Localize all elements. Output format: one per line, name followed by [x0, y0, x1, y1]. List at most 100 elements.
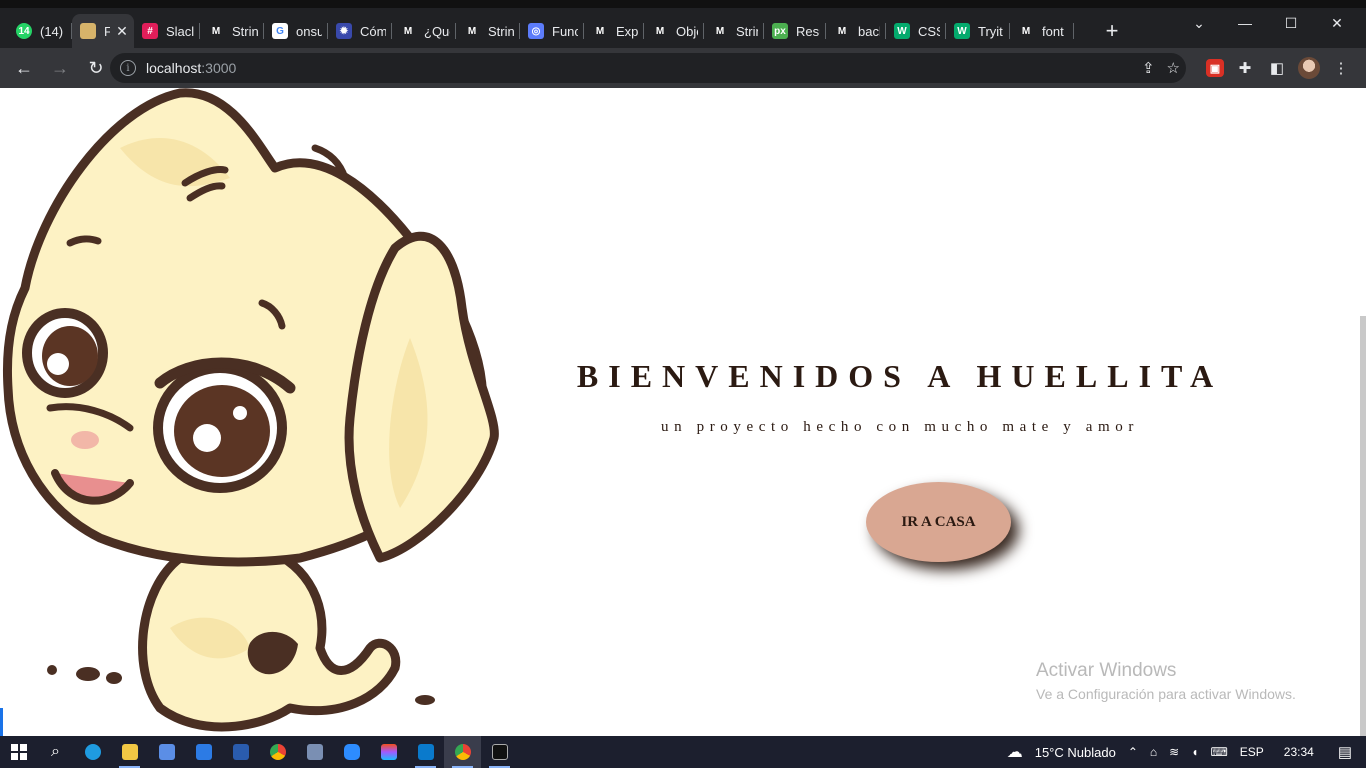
chrome-icon[interactable]	[259, 736, 296, 768]
watermark-subtitle: Ve a Configuración para activar Windows.	[1036, 686, 1296, 702]
new-tab-button[interactable]: +	[1096, 14, 1128, 48]
menu-kebab-icon[interactable]: ⋮	[1330, 57, 1352, 79]
reload-icon[interactable]: ↻	[80, 52, 112, 84]
tab-label: ¿Qué	[424, 23, 450, 39]
slack-icon: #	[142, 23, 158, 39]
mdn-icon: M	[712, 23, 728, 39]
mdn-icon: M	[652, 23, 668, 39]
browser-tab[interactable]: M Strin	[456, 14, 520, 48]
browser-tab[interactable]: ✹ Cóm	[328, 14, 392, 48]
go-home-button[interactable]: IR A CASA	[866, 482, 1011, 562]
keyboard-icon[interactable]: ⌨	[1210, 745, 1227, 759]
whatsapp-icon: 14	[16, 23, 32, 39]
share-icon[interactable]: ⇪	[1142, 59, 1155, 77]
tab-label: onsu	[296, 23, 322, 39]
tab-label: Cóm	[360, 23, 386, 39]
tab-label: Strin	[232, 23, 258, 39]
volume-muted-icon[interactable]: ◖	[1191, 745, 1198, 759]
profile-avatar[interactable]	[1298, 57, 1320, 79]
browser-tab[interactable]: W Tryit	[946, 14, 1010, 48]
powershell-icon[interactable]	[222, 736, 259, 768]
maximize-button[interactable]: ☐	[1268, 8, 1314, 38]
weather-text[interactable]: 15°C Nublado	[1035, 745, 1116, 760]
browser-tab[interactable]: M Strin	[704, 14, 764, 48]
tab-search-icon[interactable]: ⌄	[1176, 8, 1222, 38]
search-icon[interactable]: ⌕	[37, 736, 74, 768]
google-icon: G	[272, 23, 288, 39]
bookmark-star-icon[interactable]: ☆	[1167, 59, 1180, 77]
w3schools-icon: W	[894, 23, 910, 39]
figma-icon[interactable]	[370, 736, 407, 768]
tab-label: F	[104, 23, 110, 39]
tab-label: Strin	[488, 23, 514, 39]
url-text: localhost:3000	[146, 60, 236, 76]
edge-icon[interactable]	[74, 736, 111, 768]
mdn-icon: M	[592, 23, 608, 39]
tab-label: Tryit	[978, 23, 1003, 39]
browser-tab[interactable]: px Resu	[764, 14, 826, 48]
tab-label: CSS	[918, 23, 940, 39]
watermark-title: Activar Windows	[1036, 660, 1177, 681]
weather-cloud-icon[interactable]: ☁	[1007, 742, 1023, 762]
tray-expand-icon[interactable]: ⌃	[1128, 745, 1138, 759]
tab-label: Obje	[676, 23, 698, 39]
zoom-icon[interactable]	[333, 736, 370, 768]
puppy-illustration	[2, 88, 499, 732]
site-info-icon[interactable]: i	[120, 60, 136, 76]
vscode-icon[interactable]	[407, 736, 444, 768]
tab-label: font	[1042, 23, 1064, 39]
extensions-puzzle-icon[interactable]: ✚	[1234, 57, 1256, 79]
tab-label: Expr	[616, 23, 638, 39]
browser-tab[interactable]: Gonsu	[264, 14, 328, 48]
address-bar[interactable]: i localhost:3000 ⇪ ☆	[110, 53, 1186, 83]
browser-tab[interactable]: F ✕	[72, 14, 134, 48]
extension-red-icon[interactable]: ▣	[1206, 59, 1224, 77]
tab-label: back	[858, 23, 880, 39]
mdn-icon: M	[834, 23, 850, 39]
browser-tab[interactable]: 14 (14)	[8, 14, 72, 48]
close-window-button[interactable]: ✕	[1314, 8, 1360, 38]
browser-tab[interactable]: # Slacl	[134, 14, 200, 48]
camera-icon[interactable]: ⌂	[1150, 745, 1157, 759]
clock[interactable]: 23:34	[1284, 745, 1314, 759]
hero-section: BIENVENIDOS A HUELLITA un proyecto hecho…	[560, 358, 1240, 436]
browser-tab[interactable]: W CSS	[886, 14, 946, 48]
browser-tab[interactable]: Mfont	[1010, 14, 1074, 48]
page-subtitle: un proyecto hecho con mucho mate y amor	[661, 419, 1139, 435]
forward-arrow-icon[interactable]: →	[44, 52, 76, 84]
window-top-border	[0, 0, 1366, 8]
tab-label: Strin	[736, 23, 758, 39]
terminal-icon[interactable]	[481, 736, 518, 768]
wifi-icon[interactable]: ≋	[1169, 745, 1179, 759]
file-explorer-icon[interactable]	[111, 736, 148, 768]
circle-site-icon: ◎	[528, 23, 544, 39]
store-icon[interactable]	[148, 736, 185, 768]
tab-label: (14)	[40, 23, 64, 39]
browser-tab[interactable]: M Expr	[584, 14, 644, 48]
windows-start-icon[interactable]	[0, 736, 37, 768]
device-manager-icon[interactable]	[296, 736, 333, 768]
page-scrollbar[interactable]	[1360, 316, 1366, 736]
mdn-icon: M	[400, 23, 416, 39]
side-panel-icon[interactable]: ◧	[1266, 57, 1288, 79]
browser-tab[interactable]: M ¿Qué	[392, 14, 456, 48]
tab-label: Func	[552, 23, 578, 39]
mail-icon[interactable]	[185, 736, 222, 768]
browser-tab[interactable]: ◎ Func	[520, 14, 584, 48]
chrome-running-icon[interactable]	[444, 736, 481, 768]
back-arrow-icon[interactable]: ←	[8, 52, 40, 84]
tab-strip: 14(14)F✕#SlaclMStrinGonsu✹CómM¿QuéMStrin…	[0, 8, 1366, 48]
browser-tab[interactable]: Mback	[826, 14, 886, 48]
px-icon: px	[772, 23, 788, 39]
mdn-icon: M	[464, 23, 480, 39]
language-indicator[interactable]: ESP	[1240, 745, 1264, 759]
system-tray: ☁ 15°C Nublado ⌃ ⌂ ≋ ◖ ⌨ ESP 23:34 ▤	[1001, 736, 1366, 768]
mdn-icon: M	[1018, 23, 1034, 39]
browser-tab[interactable]: M Obje	[644, 14, 704, 48]
windows-activation-watermark: Activar Windows Ve a Configuración para …	[1036, 660, 1296, 702]
notifications-icon[interactable]: ▤	[1338, 743, 1352, 761]
minimize-button[interactable]: —	[1222, 8, 1268, 38]
browser-tab[interactable]: M Strin	[200, 14, 264, 48]
browser-toolbar: ← → ↻ i localhost:3000 ⇪ ☆ ▣ ✚ ◧ ⋮	[0, 48, 1366, 88]
close-tab-icon[interactable]: ✕	[116, 23, 128, 40]
